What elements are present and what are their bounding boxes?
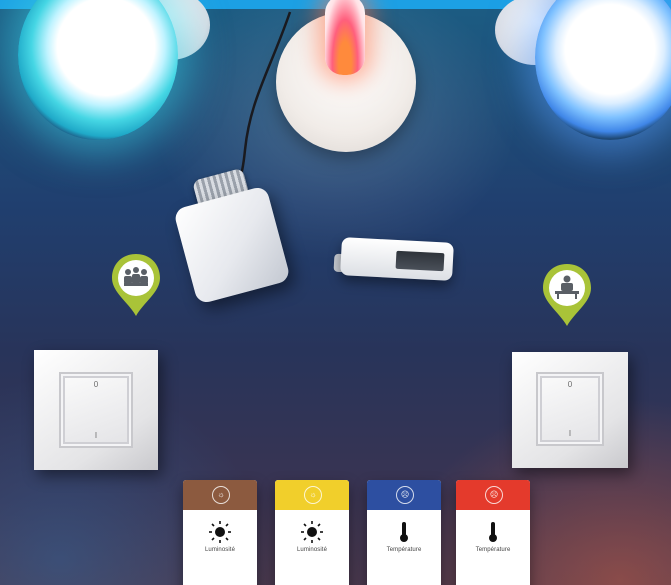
rocker-left: 0 I — [59, 372, 133, 448]
wall-switch-right: 0 I — [512, 352, 628, 468]
rocker-left-off-mark: 0 — [93, 380, 99, 389]
rocker-right-on-mark: I — [568, 429, 572, 438]
thermometer-icon — [489, 522, 497, 542]
sun-icon: ☼ — [212, 486, 230, 504]
sensor-card-temperature-2: ☹ Température — [456, 480, 530, 585]
card-title: Luminosité — [296, 547, 327, 553]
rocker-right: 0 I — [536, 372, 604, 446]
card-title: Température — [475, 547, 511, 553]
sun-icon: ☼ — [304, 486, 322, 504]
meeting-room-icon — [124, 267, 148, 286]
sensor-card-brightness-2: ☼ Luminosité — [275, 480, 349, 585]
card-band: ☼ — [275, 480, 349, 510]
sensor-display — [395, 250, 445, 272]
card-title: Température — [386, 547, 422, 553]
card-title: Luminosité — [204, 547, 235, 553]
sun-icon — [301, 521, 323, 543]
photo-scene: 0 I 0 I ☼ Luminosité ☼ Luminosité ☹ Temp… — [0, 0, 671, 585]
thermometer-icon: ☹ — [396, 486, 414, 504]
sun-icon — [209, 521, 231, 543]
rocker-left-on-mark: I — [94, 431, 98, 440]
desk-pin — [543, 264, 591, 326]
sensor-card-brightness-1: ☼ Luminosité — [183, 480, 257, 585]
card-band: ☹ — [367, 480, 441, 510]
rocker-right-off-mark: 0 — [567, 380, 573, 389]
thermometer-icon — [400, 522, 408, 542]
meeting-room-pin — [112, 254, 160, 316]
card-band: ☹ — [456, 480, 530, 510]
wall-switch-left: 0 I — [34, 350, 158, 470]
thermometer-icon: ☹ — [485, 486, 503, 504]
sensor-card-temperature-1: ☹ Température — [367, 480, 441, 585]
card-band: ☼ — [183, 480, 257, 510]
